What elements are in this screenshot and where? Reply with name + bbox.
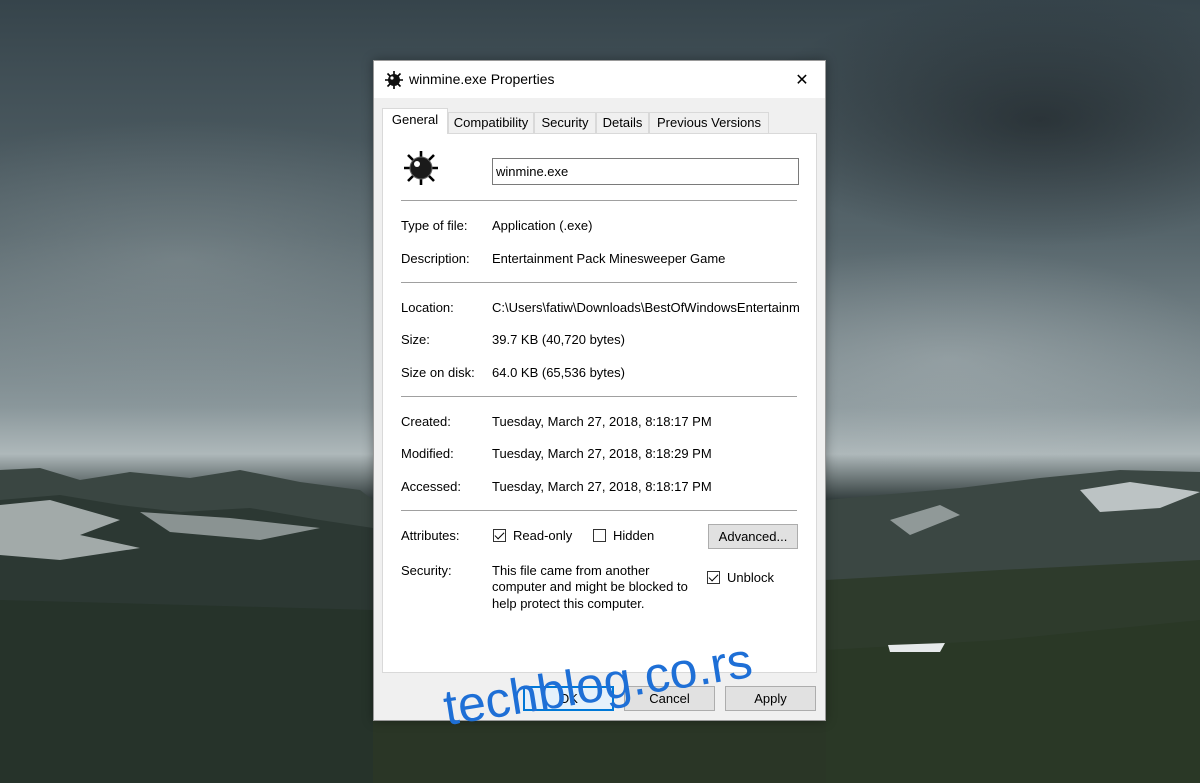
separator	[401, 200, 797, 201]
separator	[401, 282, 797, 283]
readonly-label: Read-only	[513, 528, 573, 543]
modified-label: Modified:	[401, 446, 454, 461]
tab-security[interactable]: Security	[534, 112, 596, 133]
hidden-label: Hidden	[613, 528, 655, 543]
advanced-button[interactable]: Advanced...	[708, 524, 798, 549]
security-message-line: help protect this computer.	[492, 596, 645, 611]
security-message-line: This file came from another	[492, 563, 650, 578]
general-tab-panel: Type of file: Application (.exe) Descrip…	[382, 133, 817, 673]
minesweeper-mine-icon	[404, 151, 438, 185]
size-value: 39.7 KB (40,720 bytes)	[492, 332, 625, 347]
close-button[interactable]: ✕	[779, 61, 825, 98]
minesweeper-mine-icon	[385, 71, 403, 89]
created-label: Created:	[401, 414, 451, 429]
location-value[interactable]: C:\Users\fatiw\Downloads\BestOfWindowsEn…	[492, 300, 799, 315]
tab-general[interactable]: General	[382, 108, 448, 134]
separator	[401, 396, 797, 397]
tab-details[interactable]: Details	[596, 112, 649, 133]
dialog-title: winmine.exe Properties	[409, 71, 555, 87]
type-of-file-value: Application (.exe)	[492, 218, 593, 233]
file-name-input[interactable]	[492, 158, 799, 185]
location-label: Location:	[401, 300, 454, 315]
size-on-disk-value: 64.0 KB (65,536 bytes)	[492, 365, 625, 380]
accessed-label: Accessed:	[401, 479, 461, 494]
title-bar[interactable]: winmine.exe Properties ✕	[374, 61, 825, 98]
description-value: Entertainment Pack Minesweeper Game	[492, 251, 726, 266]
type-of-file-label: Type of file:	[401, 218, 468, 233]
size-on-disk-label: Size on disk:	[401, 365, 475, 380]
unblock-checkbox[interactable]	[707, 571, 720, 584]
hidden-checkbox[interactable]	[593, 529, 606, 542]
tab-compatibility[interactable]: Compatibility	[448, 112, 534, 133]
readonly-checkbox[interactable]	[493, 529, 506, 542]
created-value: Tuesday, March 27, 2018, 8:18:17 PM	[492, 414, 712, 429]
description-label: Description:	[401, 251, 470, 266]
unblock-label: Unblock	[727, 570, 774, 585]
accessed-value: Tuesday, March 27, 2018, 8:18:17 PM	[492, 479, 712, 494]
security-label: Security:	[401, 563, 452, 578]
attributes-label: Attributes:	[401, 528, 460, 543]
modified-value: Tuesday, March 27, 2018, 8:18:29 PM	[492, 446, 712, 461]
tab-previous-versions[interactable]: Previous Versions	[649, 112, 769, 133]
separator	[401, 510, 797, 511]
size-label: Size:	[401, 332, 430, 347]
security-message-line: computer and might be blocked to	[492, 579, 688, 594]
properties-dialog: winmine.exe Properties ✕ General Compati…	[373, 60, 826, 721]
close-icon: ✕	[795, 71, 809, 89]
